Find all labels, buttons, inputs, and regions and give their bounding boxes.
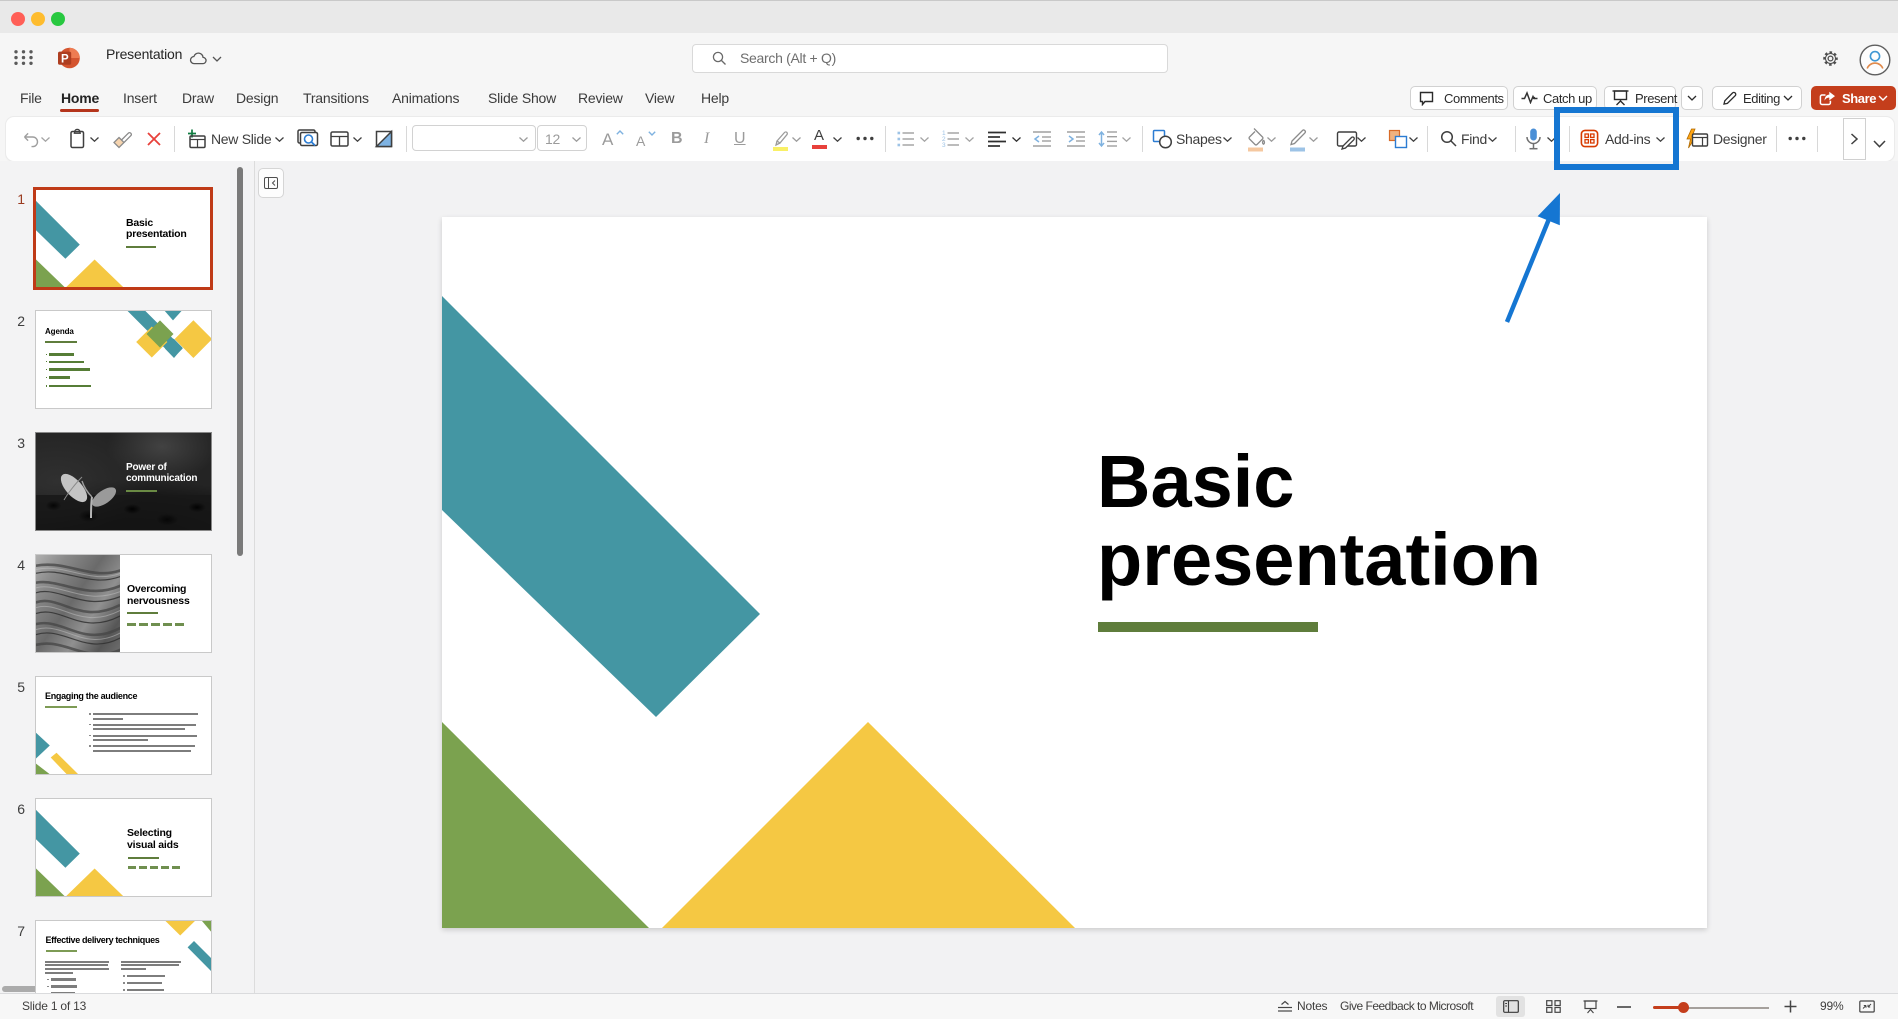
- svg-text:3: 3: [942, 142, 946, 149]
- svg-text:P: P: [61, 53, 69, 65]
